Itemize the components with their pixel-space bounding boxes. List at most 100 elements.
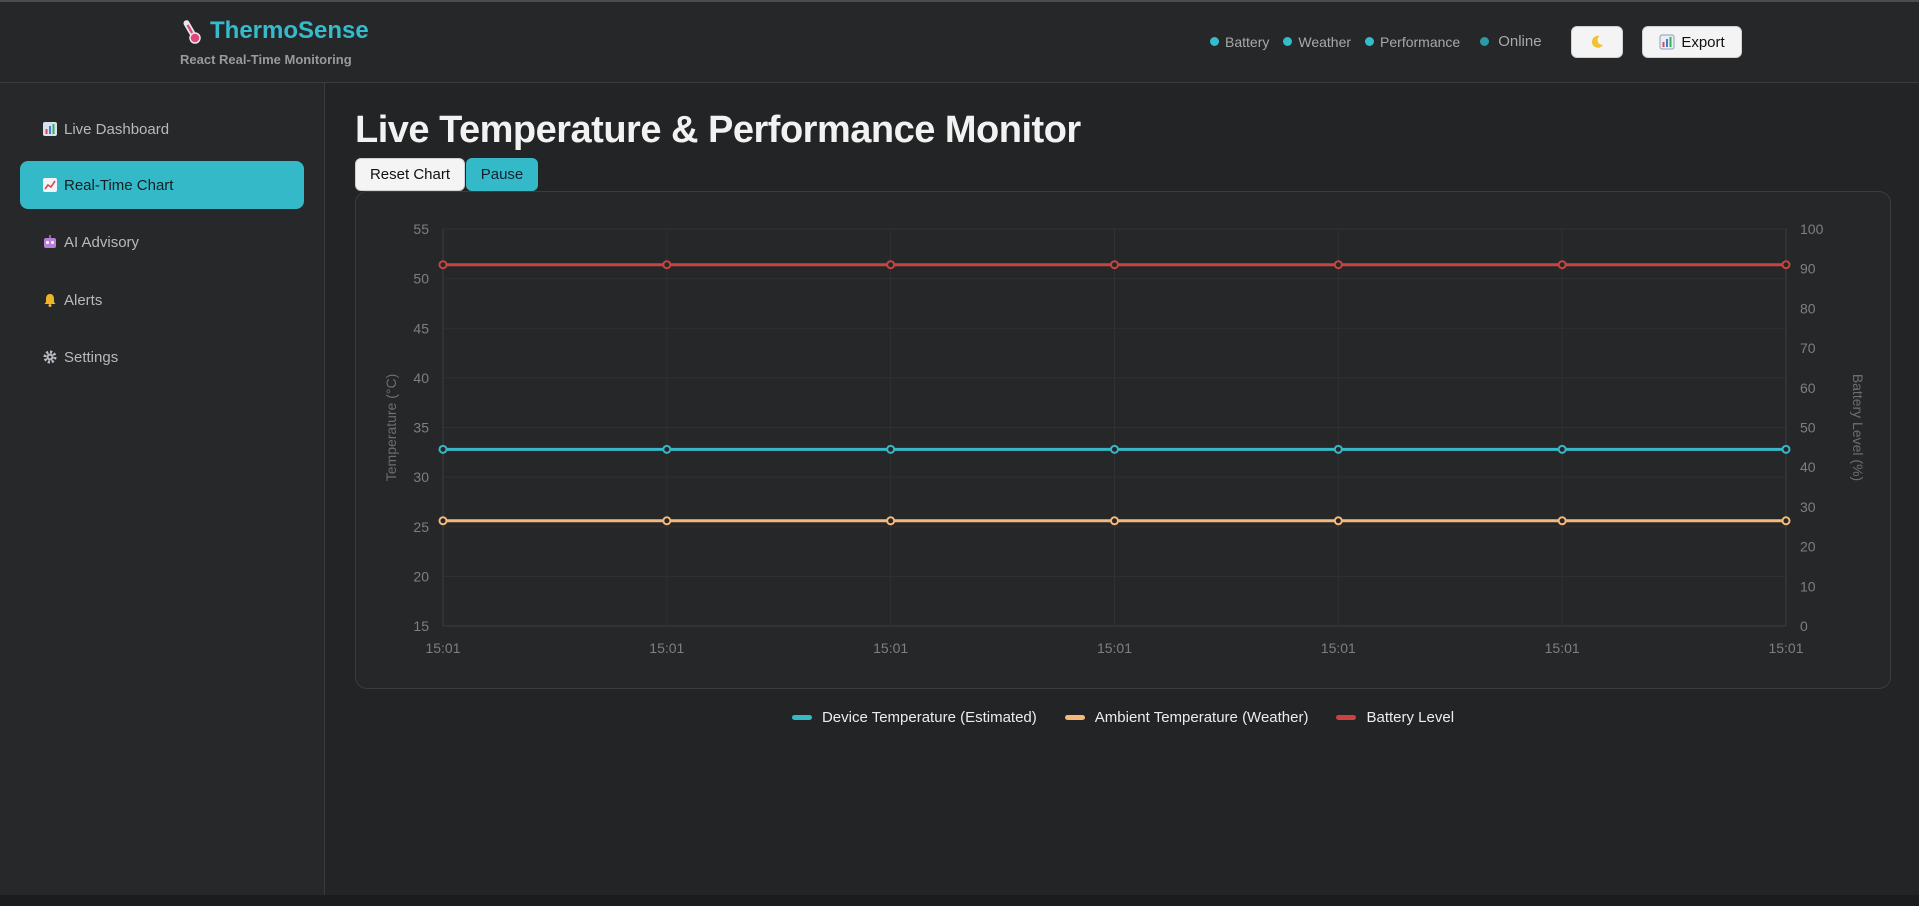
sidebar-item-label: AI Advisory — [64, 233, 140, 251]
sidebar-item-ai-advisory[interactable]: AI Advisory — [20, 218, 304, 266]
status-battery: Battery — [1210, 34, 1269, 50]
y2-tick-label: 70 — [1800, 340, 1816, 356]
y-tick-label: 55 — [413, 221, 429, 237]
data-point — [438, 516, 448, 526]
brand[interactable]: ThermoSense React Real-Time Monitoring — [180, 17, 369, 67]
theme-toggle-button[interactable] — [1571, 26, 1623, 58]
y2-tick-label: 20 — [1800, 539, 1816, 555]
sidebar-item-real-time-chart[interactable]: Real-Time Chart — [20, 161, 304, 209]
pause-button[interactable]: Pause — [466, 158, 538, 191]
data-point — [1557, 516, 1567, 526]
y2-axis-title: Battery Level (%) — [1850, 374, 1866, 481]
sidebar-item-settings[interactable]: Settings — [20, 333, 304, 381]
legend-label: Device Temperature (Estimated) — [821, 709, 1037, 726]
y2-tick-label: 60 — [1800, 380, 1816, 396]
export-label: Export — [1681, 33, 1725, 51]
status-dot-icon — [1283, 37, 1293, 46]
data-point — [1781, 516, 1791, 526]
status-weather: Weather — [1283, 34, 1351, 50]
status-dot-icon — [1365, 37, 1375, 46]
x-tick-label: 15:01 — [649, 640, 684, 656]
data-point — [1110, 444, 1119, 454]
reset-chart-button[interactable]: Reset Chart — [355, 158, 465, 191]
x-tick-label: 15:01 — [1321, 640, 1356, 656]
sidebar-item-live-dashboard[interactable]: Live Dashboard — [20, 105, 304, 153]
status-dot-icon — [1210, 37, 1219, 46]
y-tick-label: 30 — [413, 469, 429, 485]
gear-icon — [43, 350, 57, 364]
sidebar-item-label: Real-Time Chart — [64, 176, 174, 194]
y2-tick-label: 80 — [1800, 300, 1816, 316]
data-point — [662, 516, 672, 526]
data-point — [438, 260, 448, 270]
legend-item-battery[interactable]: Battery Level — [1336, 709, 1454, 726]
y-tick-label: 35 — [413, 420, 429, 436]
x-tick-label: 15:01 — [1545, 640, 1580, 656]
chart-card: 15 20 25 30 35 40 45 50 55 0 10 20 30 40 50 60 70 80 90 100… — [355, 191, 1891, 689]
x-tick-label: 15:01 — [873, 640, 908, 656]
legend-swatch — [791, 715, 812, 720]
x-tick-label: 15:01 — [425, 640, 460, 656]
legend-swatch — [1064, 715, 1085, 720]
online-dot-icon — [1480, 37, 1490, 46]
legend-item-device[interactable]: Device Temperature (Estimated) — [791, 709, 1037, 726]
data-point — [438, 444, 448, 454]
y-tick-label: 50 — [413, 271, 429, 287]
sidebar-item-label: Live Dashboard — [64, 120, 170, 138]
status-label: Performance — [1380, 33, 1461, 50]
x-tick-label: 15:01 — [1097, 640, 1132, 656]
y2-tick-label: 0 — [1800, 618, 1808, 634]
line-chart-icon — [43, 178, 57, 192]
data-point — [1557, 260, 1567, 270]
legend-label: Ambient Temperature (Weather) — [1094, 709, 1309, 726]
bottom-strip — [0, 895, 1919, 906]
sidebar: Live Dashboard Real-Time Chart AI Adviso… — [0, 83, 325, 895]
online-label: Online — [1498, 33, 1542, 50]
temperature-chart[interactable]: 15 20 25 30 35 40 45 50 55 0 10 20 30 40 50 60 70 80 90 100… — [356, 192, 1892, 690]
robot-icon — [44, 235, 56, 248]
thermometer-icon — [183, 20, 201, 44]
status-indicators: Battery Weather Performance Online — [1210, 33, 1556, 50]
data-point — [1333, 516, 1343, 526]
sidebar-item-label: Alerts — [64, 291, 103, 309]
data-point — [1110, 516, 1119, 526]
data-point — [886, 516, 896, 526]
status-online: Online — [1480, 33, 1542, 50]
data-point — [886, 260, 896, 270]
sidebar-item-label: Settings — [64, 348, 119, 366]
page-title: Live Temperature & Performance Monitor — [355, 109, 1081, 151]
status-label: Weather — [1298, 33, 1352, 50]
moon-icon — [1591, 35, 1603, 48]
data-point — [1781, 260, 1791, 270]
y2-tick-label: 30 — [1800, 499, 1816, 515]
y-tick-label: 20 — [413, 568, 429, 584]
data-point — [886, 444, 896, 454]
y2-tick-label: 10 — [1800, 578, 1816, 594]
app-title: ThermoSense — [210, 17, 369, 44]
bar-chart-icon — [43, 122, 57, 136]
data-point — [1333, 444, 1343, 454]
chart-legend: Device Temperature (Estimated) Ambient T… — [325, 709, 1919, 726]
data-point — [1557, 444, 1567, 454]
status-label: Battery — [1225, 33, 1270, 50]
y-axis-title: Temperature (°C) — [383, 374, 399, 482]
app-title-row: ThermoSense — [180, 17, 369, 45]
legend-label: Battery Level — [1366, 709, 1455, 726]
export-button[interactable]: Export — [1642, 26, 1742, 58]
y-tick-label: 15 — [413, 618, 429, 634]
status-performance: Performance — [1365, 34, 1460, 50]
y2-tick-label: 40 — [1800, 459, 1816, 475]
data-point — [662, 260, 672, 270]
bell-icon — [44, 294, 56, 307]
y-tick-label: 45 — [413, 320, 429, 336]
sidebar-item-alerts[interactable]: Alerts — [20, 276, 304, 324]
data-point — [662, 444, 672, 454]
app-subtitle: React Real-Time Monitoring — [180, 52, 352, 67]
y2-tick-label: 50 — [1800, 420, 1816, 436]
legend-item-ambient[interactable]: Ambient Temperature (Weather) — [1064, 709, 1309, 726]
app-header: ThermoSense React Real-Time Monitoring B… — [0, 2, 1919, 83]
y-tick-label: 40 — [413, 370, 429, 386]
x-tick-label: 15:01 — [1768, 640, 1803, 656]
data-point — [1781, 444, 1791, 454]
y-tick-label: 25 — [413, 519, 429, 535]
